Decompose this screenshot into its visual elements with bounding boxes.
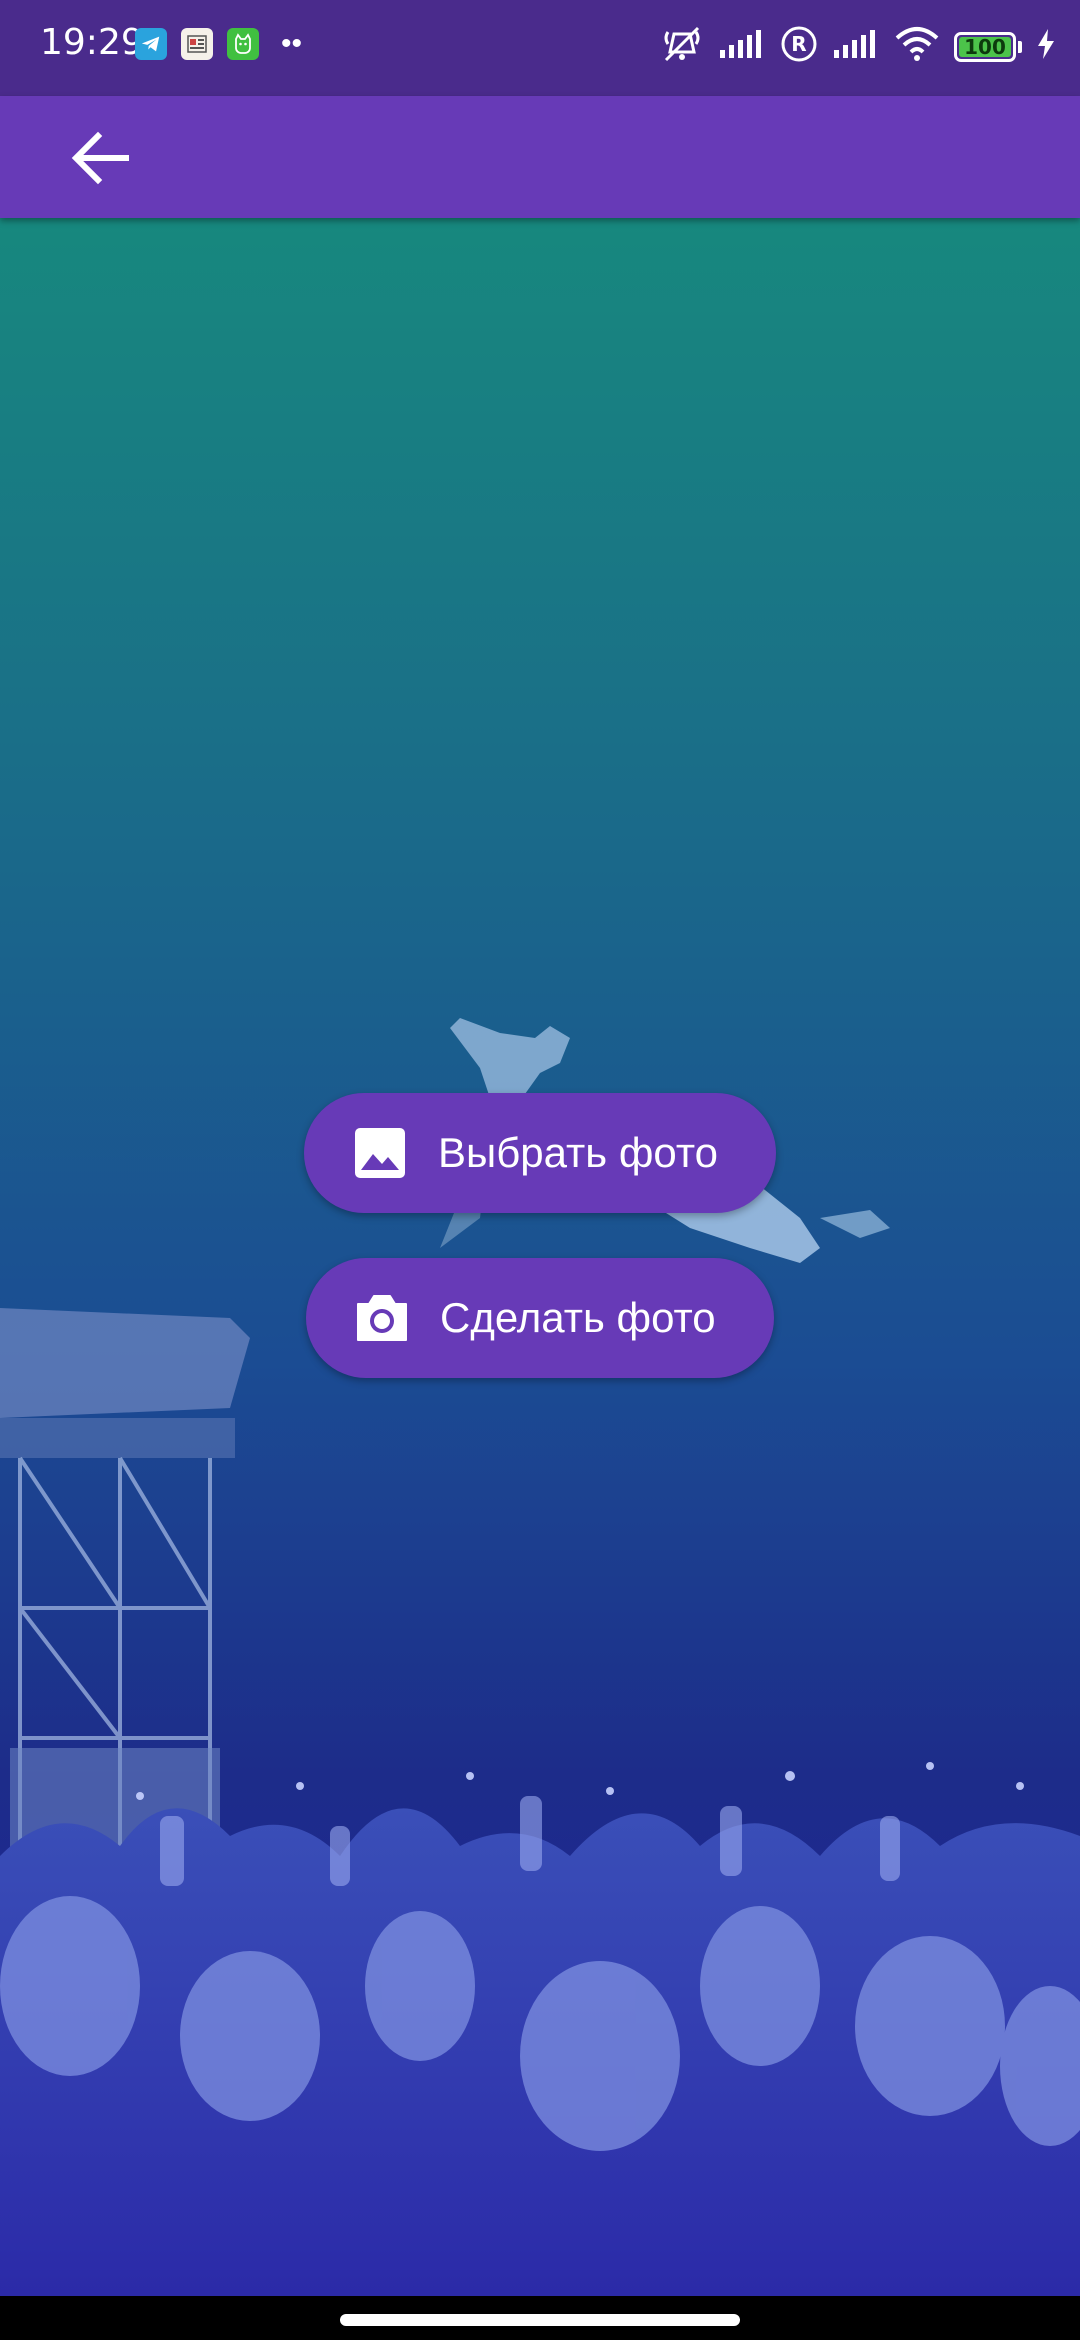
choose-photo-label: Выбрать фото (438, 1129, 718, 1176)
signal-icon (832, 28, 880, 65)
choose-photo-button[interactable]: Выбрать фото (304, 1093, 776, 1213)
status-indicators: R 100 (660, 24, 1056, 69)
background-photo (0, 218, 1080, 2296)
screen: 19:29 •• R 100 Выбрать фото Сделать фото (0, 0, 1080, 2340)
navigation-bar (0, 2296, 1080, 2340)
news-app-icon (181, 28, 213, 60)
arrow-back-icon (71, 131, 129, 185)
battery-level: 100 (964, 34, 1006, 59)
signal-icon (718, 28, 766, 65)
take-photo-button[interactable]: Сделать фото (306, 1258, 774, 1378)
wifi-icon (894, 26, 940, 67)
image-icon (352, 1125, 408, 1181)
app-bar (0, 96, 1080, 218)
camera-icon (354, 1290, 410, 1346)
status-bar: 19:29 •• R 100 (0, 0, 1080, 96)
battery-tip (1018, 40, 1022, 53)
svg-text:R: R (791, 32, 806, 56)
home-gesture-handle[interactable] (340, 2314, 740, 2326)
take-photo-label: Сделать фото (440, 1294, 716, 1341)
telegram-icon (135, 28, 167, 60)
battery-icon: 100 (954, 31, 1016, 62)
cat-app-icon (227, 28, 259, 60)
crowd-silhouette (0, 1762, 1080, 2296)
charging-icon (1036, 28, 1056, 65)
status-time: 19:29 (40, 22, 144, 63)
notification-icons: •• (135, 28, 302, 60)
roaming-icon: R (780, 25, 818, 68)
back-button[interactable] (60, 118, 140, 198)
more-notifications-icon: •• (281, 27, 303, 60)
mute-icon (660, 24, 704, 69)
